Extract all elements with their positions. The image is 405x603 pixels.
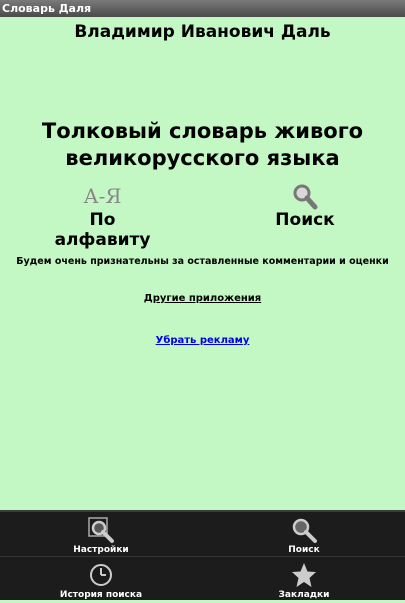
menu-item-history[interactable]: История поиска	[0, 559, 202, 603]
search-button[interactable]: Поиск	[255, 182, 355, 230]
options-menu: Настройки Поиск История поиска Закладки	[0, 510, 405, 600]
menu-item-search[interactable]: Поиск	[203, 514, 405, 558]
other-apps-link[interactable]: Другие приложения	[0, 293, 405, 304]
dictionary-title-line1: Толковый словарь живого	[41, 119, 364, 143]
dictionary-title-line2: великорусского языка	[65, 146, 340, 170]
author-name: Владимир Иванович Даль	[74, 22, 331, 42]
search-icon	[290, 516, 318, 544]
remove-ads-link[interactable]: Убрать рекламу	[0, 335, 405, 346]
magnifier-icon	[255, 182, 355, 210]
alphabet-label: По алфавиту	[54, 210, 151, 250]
alphabet-icon: А-Я	[83, 184, 122, 208]
dictionary-title: Толковый словарь живого великорусского я…	[0, 118, 405, 172]
menu-item-bookmarks[interactable]: Закладки	[203, 559, 405, 603]
search-label: Поиск	[275, 210, 335, 230]
settings-magnifier-icon	[87, 516, 115, 544]
feedback-message: Будем очень признательны за оставленные …	[16, 256, 389, 267]
menu-item-label: История поиска	[59, 590, 143, 600]
window-title: Словарь Даля	[0, 0, 405, 17]
clock-icon	[87, 561, 115, 589]
menu-item-label: Закладки	[278, 590, 330, 600]
star-icon	[290, 561, 318, 589]
menu-item-label: Настройки	[73, 545, 129, 555]
menu-item-settings[interactable]: Настройки	[0, 514, 202, 558]
menu-item-label: Поиск	[288, 545, 320, 555]
alphabet-button[interactable]: А-Я По алфавиту	[40, 182, 165, 250]
